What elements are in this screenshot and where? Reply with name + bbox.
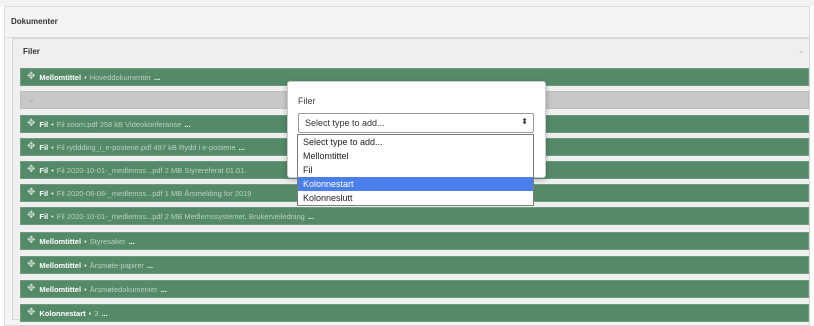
row-description: Fil ryddding_i_e-postene.pdf 497 kB Rydd… (56, 142, 236, 152)
select-value: Select type to add... (305, 118, 385, 128)
row-type: Fil (39, 188, 49, 198)
row-separator: • (84, 72, 87, 82)
dialog-label: Filer (298, 96, 316, 106)
row-ellipsis: ... (238, 142, 245, 152)
row-type: Fil (39, 165, 49, 175)
move-icon[interactable]: ✥ (27, 211, 35, 221)
row-description: Årsmøtedokumenter (89, 284, 158, 294)
row-description: Årsmøte-papirer (89, 260, 144, 270)
panel-title: Dokumenter (11, 17, 58, 26)
row-separator: • (88, 308, 92, 318)
row-type: Kolonnestart (39, 308, 86, 318)
chevron-down-icon[interactable]: ⌄ (27, 95, 35, 105)
option-kolonnestart[interactable]: Kolonnestart (298, 177, 533, 191)
row-ellipsis: ... (307, 211, 315, 221)
row-ellipsis: ... (101, 308, 108, 318)
chevron-down-icon[interactable]: ⌄ (797, 45, 805, 56)
row-separator: • (51, 165, 54, 175)
row-ellipsis: ... (154, 72, 161, 82)
move-icon[interactable]: ✥ (27, 165, 35, 175)
row-type: Fil (39, 119, 49, 129)
option-fil[interactable]: Fil (298, 163, 533, 177)
file-row[interactable]: ✥ Kolonnestart • 3... (20, 304, 809, 322)
row-separator: • (51, 119, 54, 129)
row-type: Fil (39, 211, 49, 221)
option-mellomtittel[interactable]: Mellomtittel (298, 149, 533, 163)
row-description: 3 (94, 308, 99, 318)
row-separator: • (51, 142, 54, 152)
row-type: Mellomtittel (39, 284, 82, 294)
row-ellipsis: ... (128, 236, 135, 246)
row-type: Mellomtittel (39, 72, 82, 82)
type-dropdown-list: Select type to add... Mellomtittel Fil K… (297, 134, 534, 206)
option-select-type[interactable]: Select type to add... (298, 135, 533, 149)
row-type: Fil (39, 142, 49, 152)
section-title: Filer (23, 47, 40, 56)
select-arrows-icon: ⬍ (521, 117, 528, 126)
row-description: Styresaker (89, 236, 126, 246)
row-description: Fil 2020-10-01-_medlemss...pdf 2 MB Styr… (56, 165, 247, 175)
file-row[interactable]: ✥ Mellomtittel • Styresaker... (20, 232, 809, 250)
file-row[interactable]: ✥ Mellomtittel • Årsmøtedokumenter... (20, 280, 809, 298)
row-separator: • (51, 188, 54, 198)
file-row[interactable]: ✥ Mellomtittel • Årsmøte-papirer... (20, 256, 809, 274)
row-separator: • (84, 236, 87, 246)
row-description: Fil zoom.pdf 258 kB Videokonferanse (56, 119, 182, 129)
type-select[interactable]: Select type to add... ⬍ (298, 113, 534, 133)
option-kolonneslutt[interactable]: Kolonneslutt (298, 191, 533, 205)
row-type: Mellomtittel (39, 236, 82, 246)
row-ellipsis: ... (184, 119, 191, 129)
row-ellipsis: ... (146, 260, 154, 270)
row-description: Fil 2020-10-01-_medlemss...pdf 2 MB Medl… (56, 211, 305, 221)
move-icon[interactable]: ✥ (27, 236, 35, 246)
file-row[interactable]: ✥ Fil • Fil 2020-10-01-_medlemss...pdf 2 MB… (20, 207, 809, 225)
row-type: Mellomtittel (39, 260, 82, 270)
row-ellipsis: ... (160, 284, 167, 294)
row-description: Fil 2020-06-08-_medlemss...pdf 1 MB Årsm… (56, 188, 252, 198)
move-icon[interactable]: ✥ (27, 260, 35, 270)
move-icon[interactable]: ✥ (27, 72, 35, 82)
move-icon[interactable]: ✥ (27, 188, 35, 198)
row-separator: • (84, 284, 87, 294)
row-separator: • (51, 211, 54, 221)
move-icon[interactable]: ✥ (27, 284, 35, 294)
move-icon[interactable]: ✥ (27, 119, 35, 129)
row-description: Hoveddokumenter (89, 72, 151, 82)
move-icon[interactable]: ✥ (27, 142, 35, 152)
row-separator: • (84, 260, 87, 270)
move-icon[interactable]: ✥ (27, 308, 35, 318)
